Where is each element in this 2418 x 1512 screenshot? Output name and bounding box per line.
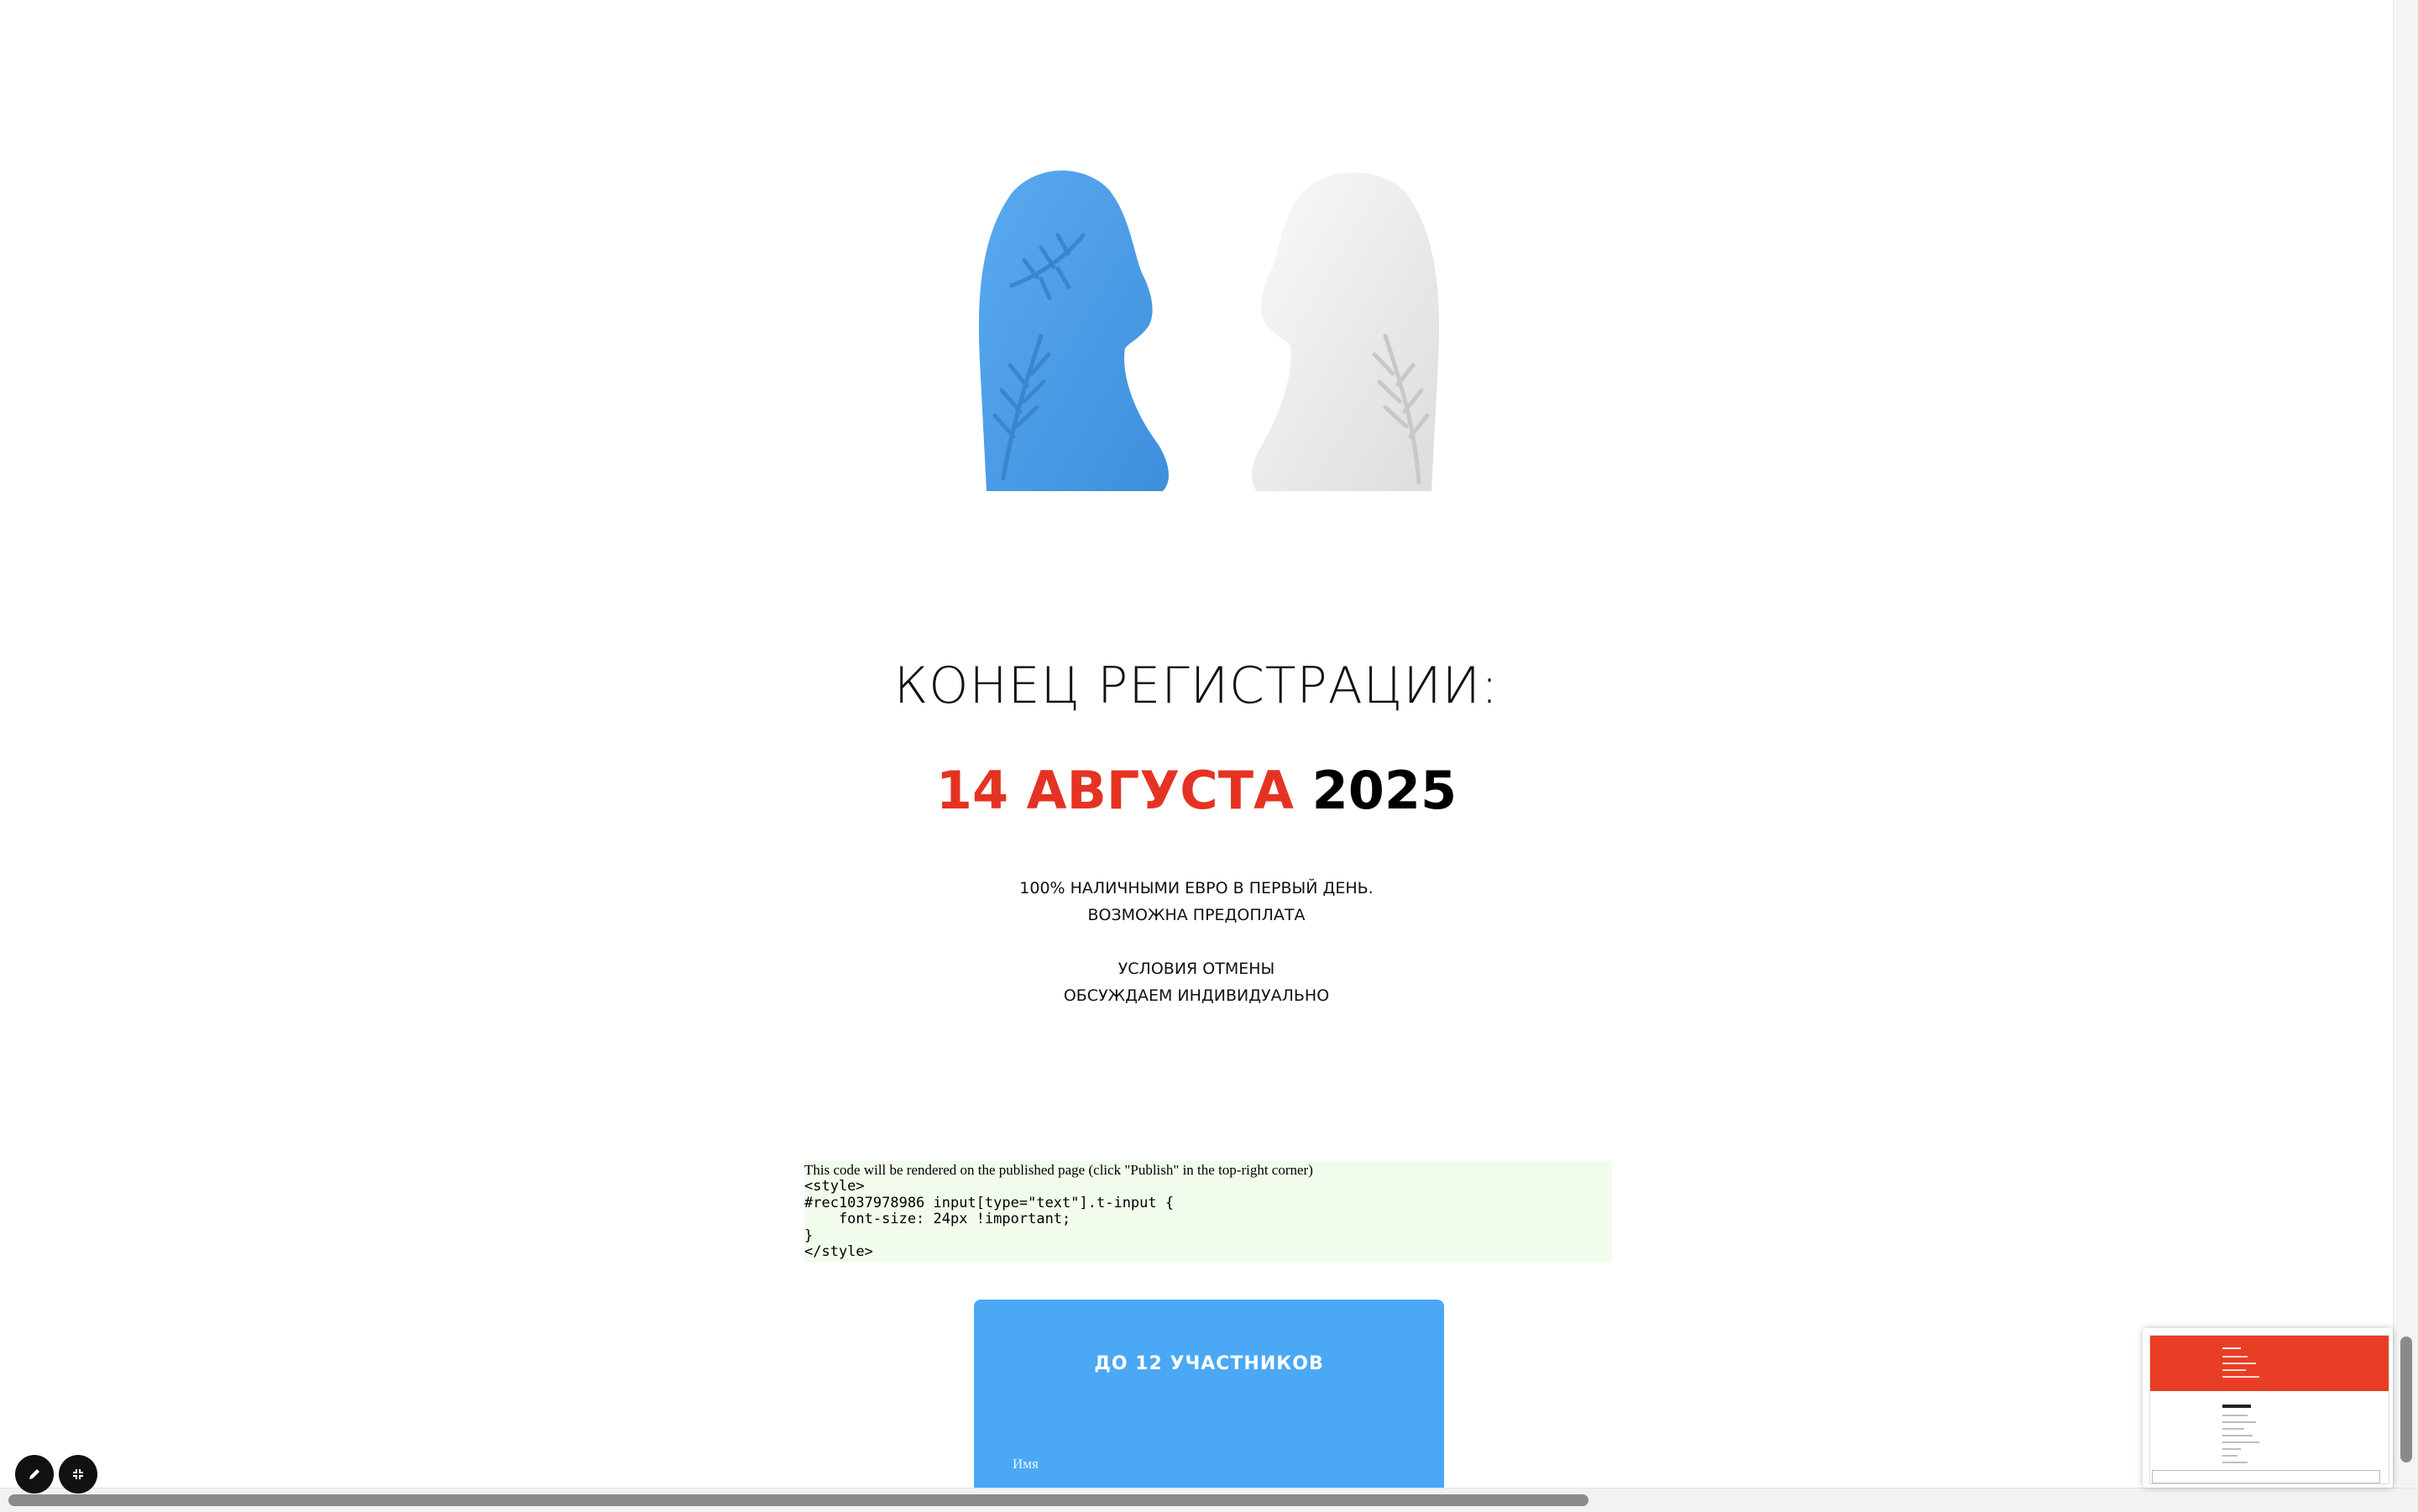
note-line: УСЛОВИЯ ОТМЕНЫ <box>1117 960 1275 978</box>
collapse-icon <box>73 1469 83 1479</box>
html-code-block[interactable]: This code will be rendered on the publis… <box>804 1161 1612 1262</box>
horizontal-scrollbar[interactable] <box>0 1488 2418 1512</box>
vertical-scrollbar[interactable] <box>2393 0 2418 1488</box>
blue-sculpture <box>978 170 1169 491</box>
code-block-source: <style> #rec1037978986 input[type="text"… <box>804 1178 1175 1260</box>
horizontal-scrollbar-thumb[interactable] <box>8 1494 1588 1506</box>
name-input[interactable] <box>1013 1449 1407 1479</box>
minimap-preview <box>2149 1335 2389 1484</box>
registration-title: КОНЕЦ РЕГИСТРАЦИИ: <box>893 657 1499 715</box>
payment-notes: 100% НАЛИЧНЫМИ ЕВРО В ПЕРВЫЙ ДЕНЬ. ВОЗМО… <box>0 875 2393 1009</box>
pencil-icon <box>29 1469 39 1479</box>
page-minimap[interactable] <box>2143 1328 2393 1488</box>
code-block-note: This code will be rendered on the publis… <box>804 1162 1313 1178</box>
white-sculpture <box>1252 172 1440 491</box>
note-line: 100% НАЛИЧНЫМИ ЕВРО В ПЕРВЫЙ ДЕНЬ. <box>1019 879 1374 897</box>
note-line: ОБСУЖДАЕМ ИНДИВИДУАЛЬНО <box>1063 986 1330 1005</box>
registration-date-year: 2025 <box>1311 760 1458 821</box>
minimap-viewport[interactable] <box>2152 1470 2380 1483</box>
registration-date-day: 14 АВГУСТА <box>935 760 1295 821</box>
edit-button[interactable] <box>15 1455 54 1494</box>
hero-image <box>961 160 1457 504</box>
note-line: ВОЗМОЖНА ПРЕДОПЛАТА <box>1087 906 1306 924</box>
page-content: КОНЕЦ РЕГИСТРАЦИИ: 14 АВГУСТА 2025 100% … <box>0 0 2393 1488</box>
registration-form: ДО 12 УЧАСТНИКОВ <box>974 1300 1444 1488</box>
sculpture-illustration <box>978 170 1440 491</box>
vertical-scrollbar-thumb[interactable] <box>2400 1337 2412 1462</box>
fullscreen-button[interactable] <box>59 1455 97 1494</box>
form-title: ДО 12 УЧАСТНИКОВ <box>1094 1353 1324 1374</box>
registration-date: 14 АВГУСТА 2025 <box>0 760 2393 821</box>
